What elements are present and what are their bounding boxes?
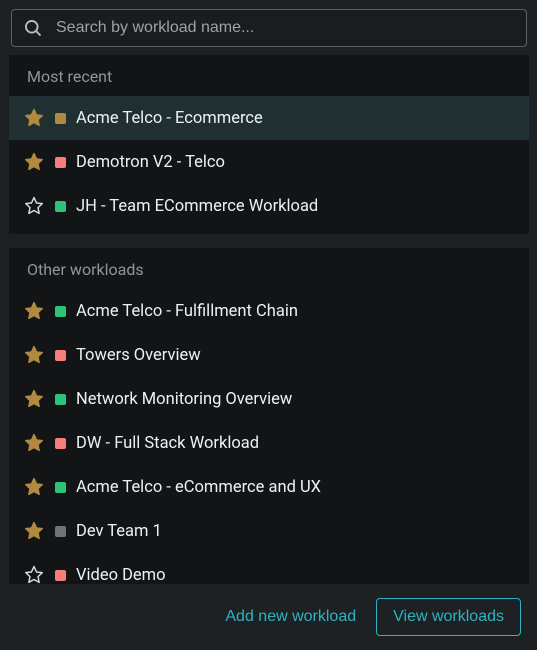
status-color-chip [55,157,66,168]
search-wrap [9,9,529,47]
status-color-chip [55,526,66,537]
search-icon [23,18,43,38]
status-color-chip [55,394,66,405]
status-color-chip [55,350,66,361]
add-workload-button[interactable]: Add new workload [225,608,356,626]
search-input[interactable] [11,9,527,47]
status-color-chip [55,482,66,493]
star-filled-icon[interactable] [23,344,45,366]
status-color-chip [55,201,66,212]
workload-name: JH - Team ECommerce Workload [76,197,318,216]
other-header: Other workloads [9,248,529,289]
workload-item[interactable]: Acme Telco - Ecommerce [9,96,529,140]
workload-name: Video Demo [76,566,166,585]
recent-section: Most recent Acme Telco - Ecommerce Demotr… [9,55,529,234]
workload-name: Acme Telco - Ecommerce [76,109,263,128]
star-filled-icon[interactable] [23,107,45,129]
workload-item[interactable]: Towers Overview [9,333,529,377]
workload-item[interactable]: Acme Telco - Fulfillment Chain [9,289,529,333]
workload-item[interactable]: Acme Telco - eCommerce and UX [9,465,529,509]
workload-scroll[interactable]: Most recent Acme Telco - Ecommerce Demotr… [9,55,529,584]
star-filled-icon[interactable] [23,151,45,173]
workload-item[interactable]: Video Demo [9,553,529,584]
status-color-chip [55,570,66,581]
recent-items: Acme Telco - Ecommerce Demotron V2 - Telc… [9,96,529,228]
status-color-chip [55,113,66,124]
status-color-chip [55,306,66,317]
workload-item[interactable]: JH - Team ECommerce Workload [9,184,529,228]
other-section: Other workloads Acme Telco - Fulfillment… [9,248,529,584]
workload-name: Towers Overview [76,346,201,365]
status-color-chip [55,438,66,449]
workload-name: Demotron V2 - Telco [76,153,225,172]
workload-picker: Most recent Acme Telco - Ecommerce Demotr… [0,0,537,650]
star-filled-icon[interactable] [23,300,45,322]
workload-name: Network Monitoring Overview [76,390,292,409]
workload-name: Dev Team 1 [76,522,162,541]
workload-item[interactable]: DW - Full Stack Workload [9,421,529,465]
star-filled-icon[interactable] [23,520,45,542]
star-outline-icon[interactable] [23,195,45,217]
workload-name: DW - Full Stack Workload [76,434,259,453]
section-gap [9,234,529,248]
workload-item[interactable]: Demotron V2 - Telco [9,140,529,184]
star-filled-icon[interactable] [23,476,45,498]
view-workloads-button[interactable]: View workloads [376,598,521,636]
other-items: Acme Telco - Fulfillment Chain Towers Ove… [9,289,529,584]
recent-header: Most recent [9,55,529,96]
footer: Add new workload View workloads [9,584,529,642]
workload-item[interactable]: Network Monitoring Overview [9,377,529,421]
star-outline-icon[interactable] [23,564,45,584]
workload-item[interactable]: Dev Team 1 [9,509,529,553]
star-filled-icon[interactable] [23,388,45,410]
star-filled-icon[interactable] [23,432,45,454]
workload-name: Acme Telco - Fulfillment Chain [76,302,298,321]
workload-name: Acme Telco - eCommerce and UX [76,478,321,497]
